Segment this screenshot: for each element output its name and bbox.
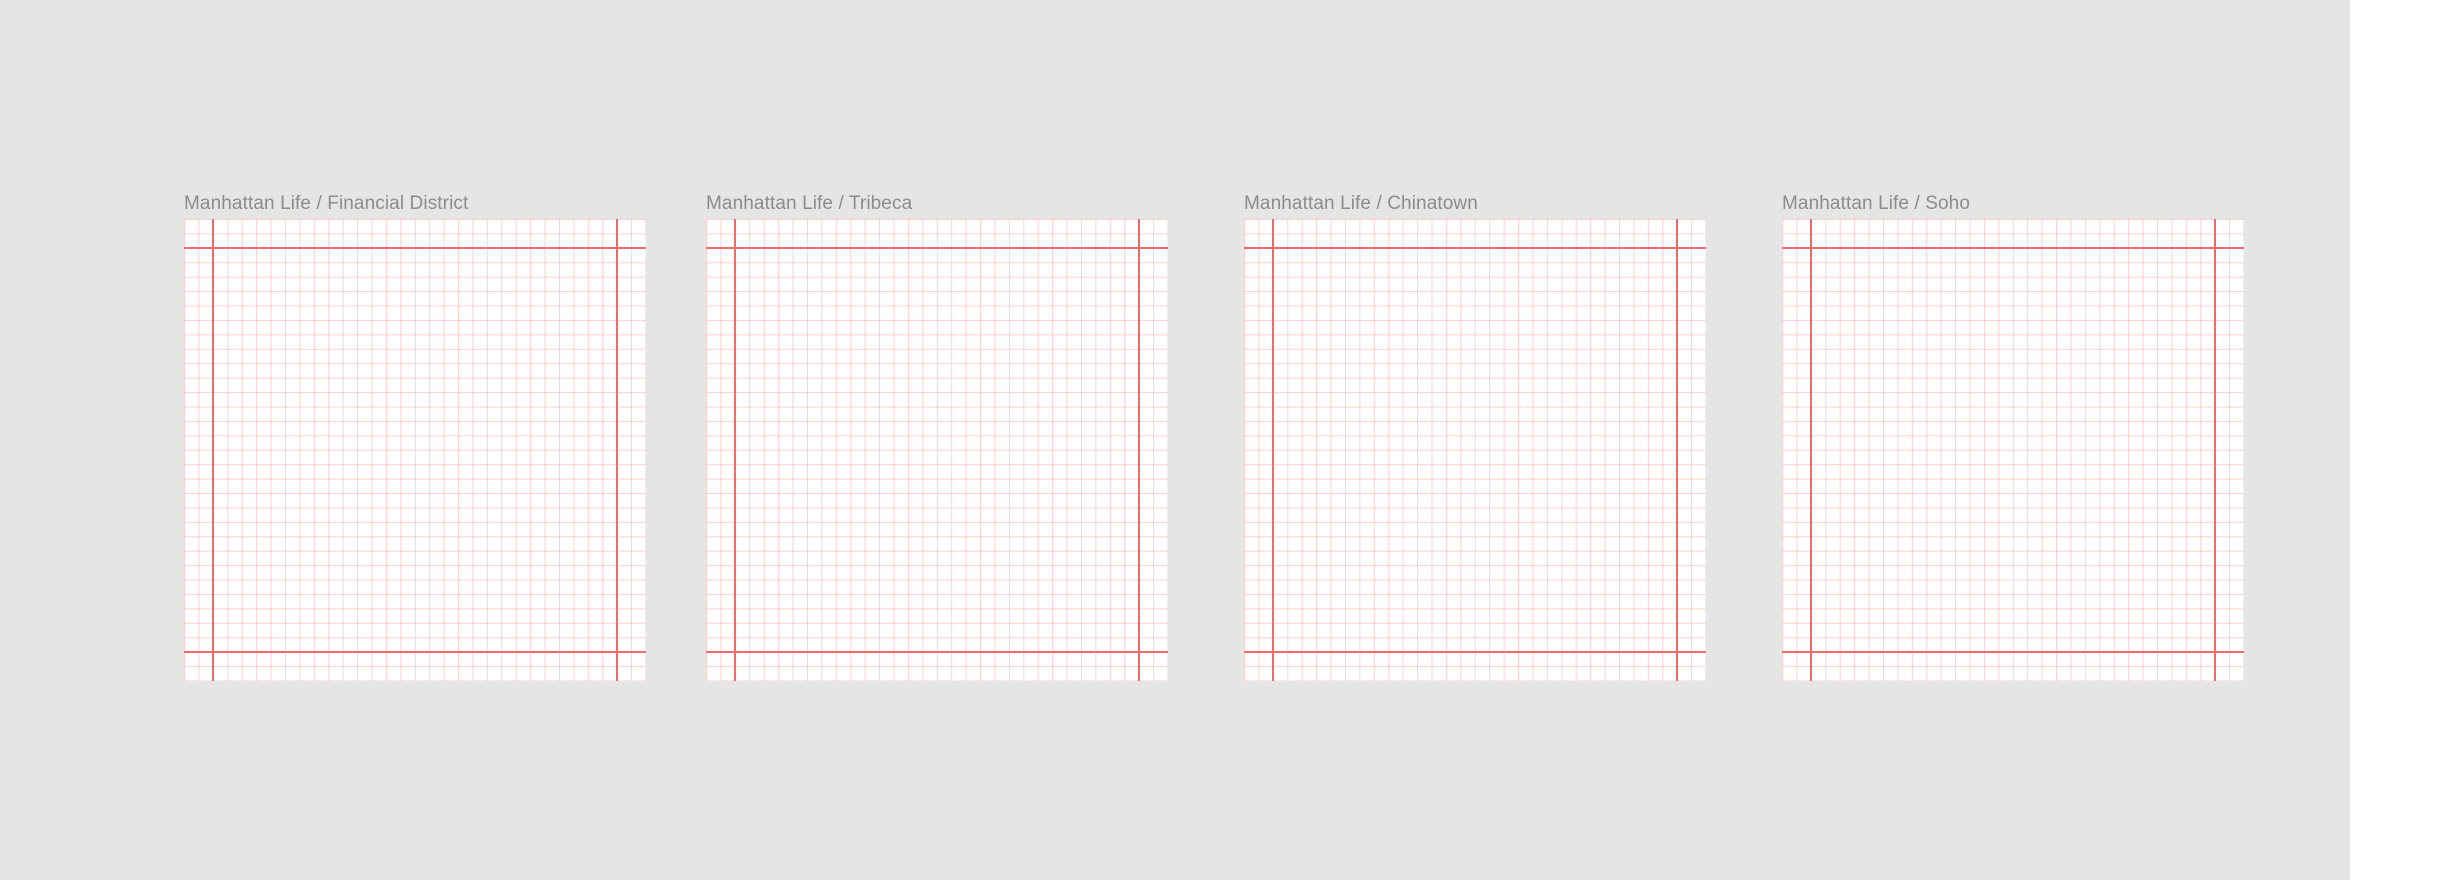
column-guide-left <box>1810 219 1812 681</box>
frame-financial-district[interactable] <box>184 219 646 681</box>
column-guide-right <box>616 219 618 681</box>
row-guide-bottom <box>1244 651 1706 653</box>
frame-label-chinatown[interactable]: Manhattan Life / Chinatown <box>1244 193 1478 215</box>
frame-chinatown[interactable] <box>1244 219 1706 681</box>
column-guide-right <box>2214 219 2216 681</box>
row-guide-top <box>706 247 1168 249</box>
column-guide-left <box>734 219 736 681</box>
design-canvas[interactable]: Manhattan Life / Financial District Manh… <box>0 0 2350 880</box>
frame-tribeca[interactable] <box>706 219 1168 681</box>
right-panel-edge <box>2350 0 2440 880</box>
row-guide-bottom <box>184 651 646 653</box>
frame-label-financial-district[interactable]: Manhattan Life / Financial District <box>184 193 468 215</box>
row-guide-top <box>1244 247 1706 249</box>
row-guide-top <box>184 247 646 249</box>
column-guide-left <box>1272 219 1274 681</box>
frame-label-tribeca[interactable]: Manhattan Life / Tribeca <box>706 193 912 215</box>
row-guide-top <box>1782 247 2244 249</box>
frame-label-soho[interactable]: Manhattan Life / Soho <box>1782 193 1970 215</box>
column-guide-right <box>1676 219 1678 681</box>
column-guide-left <box>212 219 214 681</box>
row-guide-bottom <box>1782 651 2244 653</box>
row-guide-bottom <box>706 651 1168 653</box>
column-guide-right <box>1138 219 1140 681</box>
frame-soho[interactable] <box>1782 219 2244 681</box>
